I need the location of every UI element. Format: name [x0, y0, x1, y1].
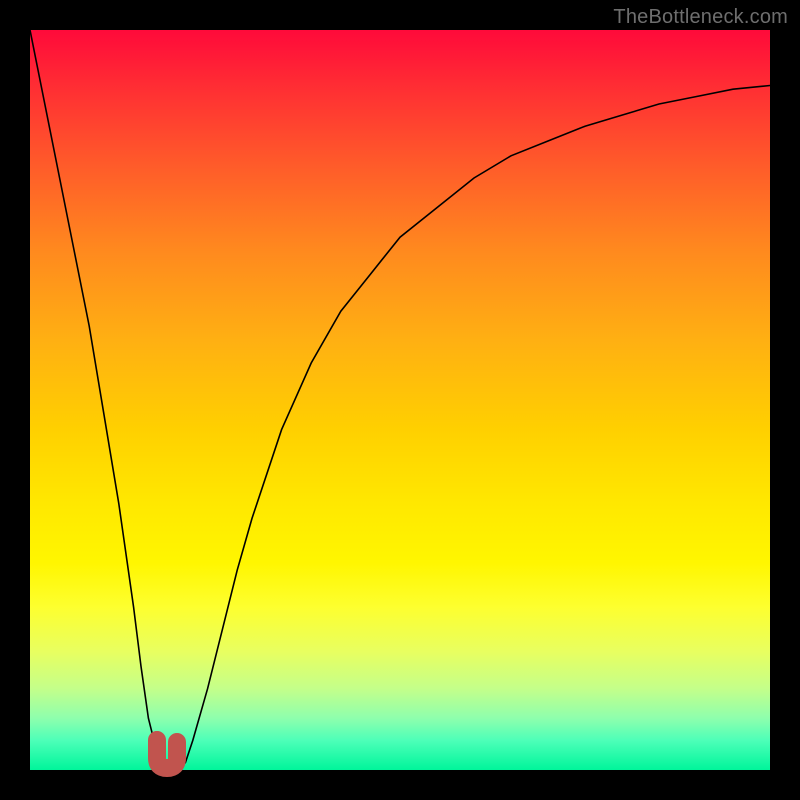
watermark-text: TheBottleneck.com — [613, 6, 788, 29]
bottleneck-curve — [30, 30, 770, 770]
plot-area — [30, 30, 770, 770]
curve-path — [30, 30, 770, 770]
chart-frame: TheBottleneck.com — [0, 0, 800, 800]
